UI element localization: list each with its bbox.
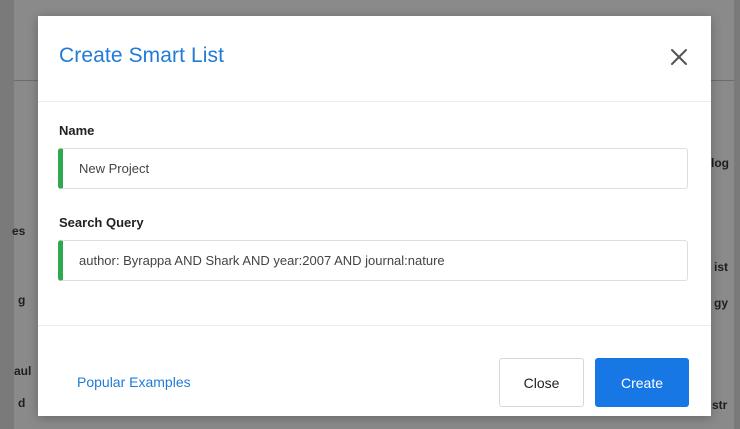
close-icon-graphic	[671, 49, 687, 65]
dialog-footer: Popular Examples Close Create	[38, 325, 711, 416]
background-text-right-3: gy	[714, 296, 729, 310]
name-label: Name	[59, 123, 95, 138]
background-text-left-2: g	[18, 293, 26, 307]
background-text-left-4: d	[18, 396, 26, 410]
name-input[interactable]	[58, 148, 688, 189]
background-text-right-1: log	[711, 156, 729, 170]
dialog-title: Create Smart List	[59, 44, 225, 67]
background-text-left-3: aul	[14, 364, 32, 378]
search-query-input[interactable]	[58, 240, 688, 281]
close-icon[interactable]	[668, 46, 690, 68]
close-button[interactable]: Close	[499, 358, 584, 407]
search-query-label: Search Query	[59, 215, 144, 230]
background-text-right-2: ist	[714, 260, 729, 274]
create-button[interactable]: Create	[595, 358, 689, 407]
create-smart-list-dialog: Create Smart List Name Search Query Popu…	[38, 16, 711, 416]
dialog-header: Create Smart List	[38, 16, 711, 102]
background-text-right-4: str	[712, 398, 728, 412]
popular-examples-link[interactable]: Popular Examples	[77, 374, 191, 390]
background-text-left-1: es	[12, 224, 26, 238]
